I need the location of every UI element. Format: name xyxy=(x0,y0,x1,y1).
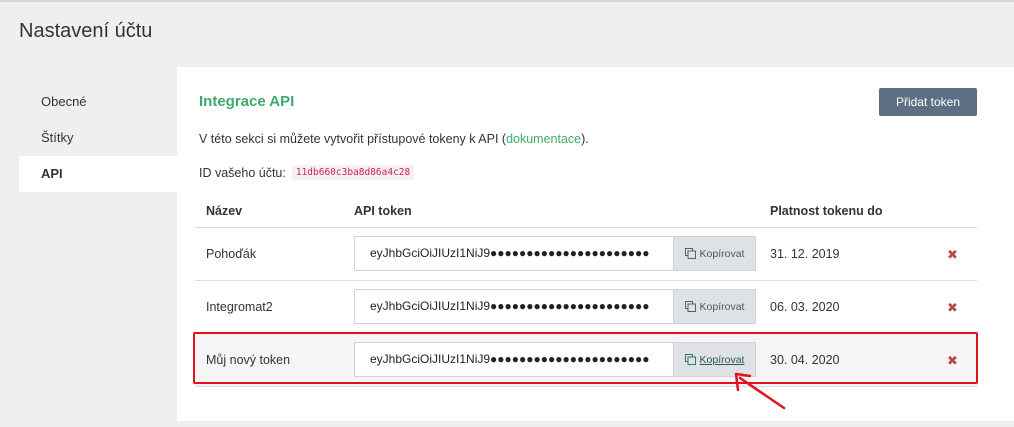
annotation-arrow xyxy=(734,372,786,410)
account-id-label: ID vašeho účtu: xyxy=(199,165,286,180)
copy-icon xyxy=(684,354,696,365)
copy-icon xyxy=(684,301,696,312)
copy-button[interactable]: Kopírovat xyxy=(673,236,756,271)
section-title: Integrace API xyxy=(199,93,295,110)
copy-button[interactable]: Kopírovat xyxy=(673,289,756,324)
account-id-value: 11db660c3ba8d86a4c28 xyxy=(291,165,415,180)
account-id-row: ID vašeho účtu: 11db660c3ba8d86a4c28 xyxy=(199,165,415,180)
token-expiry: 31. 12. 2019 xyxy=(770,247,840,261)
copy-label: Kopírovat xyxy=(699,353,745,366)
column-header-expiry: Platnost tokenu do xyxy=(770,204,883,218)
sidebar-item-tags[interactable]: Štítky xyxy=(19,120,177,156)
delete-icon[interactable]: ✖ xyxy=(947,334,958,387)
token-name: Pohoďák xyxy=(206,247,257,261)
token-field[interactable]: eyJhbGciOiJIUzI1NiJ9●●●●●●●●●●●●●●●●●●●●… xyxy=(354,342,673,377)
table-row: Můj nový token eyJhbGciOiJIUzI1NiJ9●●●●●… xyxy=(195,334,977,387)
token-expiry: 06. 03. 2020 xyxy=(770,300,840,314)
table-row: Integromat2 eyJhbGciOiJIUzI1NiJ9●●●●●●●●… xyxy=(195,281,977,334)
sidebar-item-general[interactable]: Obecné xyxy=(19,84,177,120)
documentation-link[interactable]: dokumentace xyxy=(506,132,581,146)
copy-icon xyxy=(684,248,696,259)
page-title: Nastavení účtu xyxy=(19,20,153,42)
token-field[interactable]: eyJhbGciOiJIUzI1NiJ9●●●●●●●●●●●●●●●●●●●●… xyxy=(354,236,673,271)
delete-icon[interactable]: ✖ xyxy=(947,228,958,281)
sidebar-item-api[interactable]: API xyxy=(19,156,177,192)
settings-sidebar: Obecné Štítky API xyxy=(19,84,177,192)
api-panel: Integrace API Přidat token V této sekci … xyxy=(177,67,1014,421)
delete-icon[interactable]: ✖ xyxy=(947,281,958,334)
copy-label: Kopírovat xyxy=(699,247,745,260)
token-field[interactable]: eyJhbGciOiJIUzI1NiJ9●●●●●●●●●●●●●●●●●●●●… xyxy=(354,289,673,324)
copy-label: Kopírovat xyxy=(699,300,745,313)
add-token-button[interactable]: Přidat token xyxy=(879,88,977,116)
table-row: Pohoďák eyJhbGciOiJIUzI1NiJ9●●●●●●●●●●●●… xyxy=(195,228,977,281)
token-name: Integromat2 xyxy=(206,300,273,314)
intro-text-start: V této sekci si můžete vytvořit přístupo… xyxy=(199,132,507,146)
column-header-token: API token xyxy=(354,204,412,218)
top-divider xyxy=(0,0,1014,2)
column-header-name: Název xyxy=(206,204,243,218)
intro-text-end: ). xyxy=(581,132,589,146)
token-name: Můj nový token xyxy=(206,353,291,367)
intro-text: V této sekci si můžete vytvořit přístupo… xyxy=(199,132,589,146)
